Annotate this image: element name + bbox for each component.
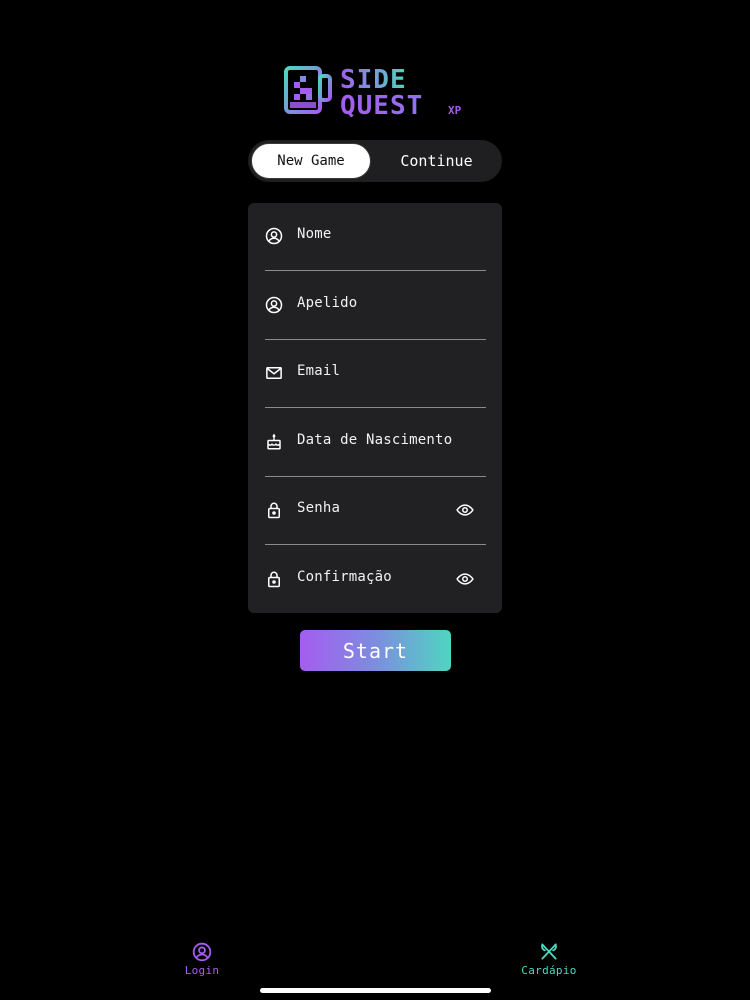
password-confirm-field[interactable]: Confirmação <box>265 546 486 614</box>
auth-mode-toggle: New Game Continue <box>248 140 502 182</box>
nickname-field[interactable]: Apelido <box>265 272 486 340</box>
password-field-label: Senha <box>297 500 341 516</box>
field-underline <box>265 270 486 271</box>
tab-menu-label: Cardápio <box>521 964 577 977</box>
signup-form: Nome Apelido Email Data de Nascimento Se… <box>248 203 502 613</box>
lock-icon <box>268 502 280 519</box>
password-confirm-field-label: Confirmação <box>297 569 392 585</box>
field-underline <box>265 407 486 408</box>
home-indicator <box>260 988 491 993</box>
email-field[interactable]: Email <box>265 340 486 408</box>
name-field-label: Nome <box>297 226 332 242</box>
tab-menu[interactable]: Cardápio <box>516 942 582 977</box>
password-field[interactable]: Senha <box>265 477 486 545</box>
start-button[interactable]: Start <box>300 630 451 671</box>
nickname-field-label: Apelido <box>297 295 358 311</box>
app-logo: SIDE QUEST XP <box>284 64 468 118</box>
logo-suffix: XP <box>448 104 462 117</box>
eye-icon[interactable] <box>456 570 474 588</box>
mail-icon <box>266 367 282 379</box>
tab-login-label: Login <box>184 964 220 977</box>
logo-word-bottom: QUEST <box>340 91 423 118</box>
fork-knife-icon <box>541 943 557 960</box>
user-circle-icon <box>265 227 283 245</box>
lock-icon <box>268 571 280 588</box>
birthdate-field[interactable]: Data de Nascimento <box>265 409 486 477</box>
user-circle-icon <box>192 942 212 962</box>
continue-tab[interactable]: Continue <box>374 143 499 179</box>
user-circle-icon <box>265 296 283 314</box>
eye-icon[interactable] <box>456 501 474 519</box>
field-underline <box>265 544 486 545</box>
tab-login[interactable]: Login <box>176 942 228 977</box>
new-game-tab[interactable]: New Game <box>251 143 371 179</box>
birthdate-field-label: Data de Nascimento <box>297 432 453 448</box>
email-field-label: Email <box>297 363 341 379</box>
name-field[interactable]: Nome <box>265 203 486 271</box>
cake-icon <box>267 433 281 450</box>
logo-mug-icon <box>284 66 332 114</box>
logo-wordmark: SIDE QUEST XP <box>340 65 462 118</box>
